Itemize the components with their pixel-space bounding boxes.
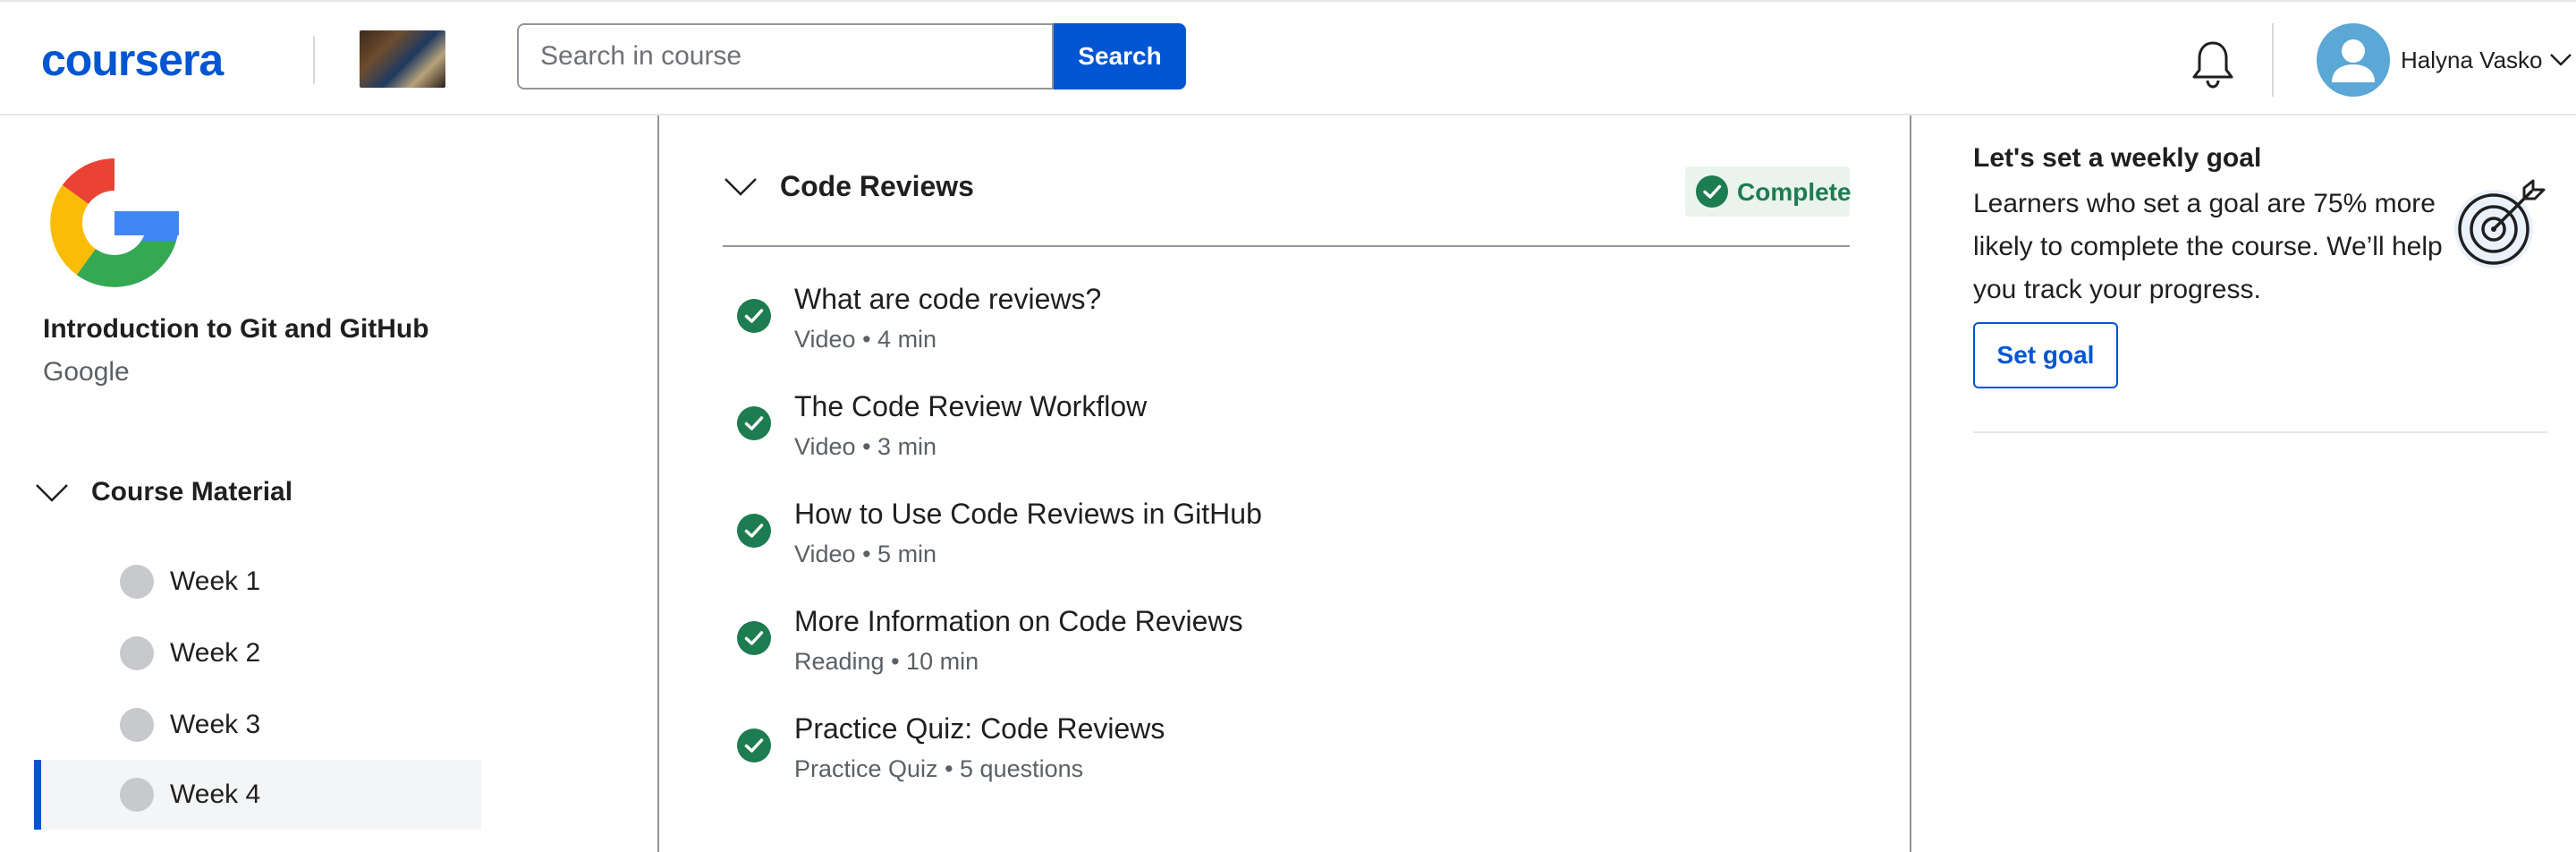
progress-dot-icon (120, 565, 154, 599)
goal-divider (1973, 431, 2547, 433)
list-item[interactable]: What are code reviews? Video • 4 min (723, 279, 1850, 378)
chevron-down-icon[interactable] (723, 175, 758, 199)
item-title[interactable]: The Code Review Workflow (794, 390, 1147, 423)
bell-icon[interactable] (2190, 39, 2236, 89)
course-sidebar: Introduction to Git and GitHub Google Co… (0, 115, 658, 852)
course-material-heading[interactable]: Course Material (91, 477, 292, 507)
coursera-logo[interactable]: coursera (41, 34, 224, 86)
active-indicator (34, 760, 41, 830)
item-title[interactable]: What are code reviews? (794, 283, 1101, 316)
list-item[interactable]: Practice Quiz: Code Reviews Practice Qui… (723, 709, 1850, 807)
item-meta: Video • 5 min (794, 541, 937, 567)
goal-description: Learners who set a goal are 75% more lik… (1973, 189, 2443, 304)
course-thumbnail[interactable] (360, 30, 445, 88)
column-divider (1910, 115, 1911, 852)
google-logo (50, 151, 186, 287)
week-label: Week 4 (170, 780, 261, 809)
check-circle-icon (737, 406, 771, 440)
section-divider (723, 245, 1850, 247)
course-title[interactable]: Introduction to Git and GitHub (43, 314, 429, 345)
list-item[interactable]: The Code Review Workflow Video • 3 min (723, 387, 1850, 485)
week-label: Week 3 (170, 710, 261, 739)
list-item[interactable]: More Information on Code Reviews Reading… (723, 601, 1850, 700)
set-goal-button[interactable]: Set goal (1973, 322, 2118, 388)
status-badge: Complete (1685, 166, 1852, 217)
check-circle-icon (1696, 175, 1728, 208)
item-title[interactable]: More Information on Code Reviews (794, 605, 1243, 638)
status-label: Complete (1737, 178, 1852, 206)
list-item[interactable]: How to Use Code Reviews in GitHub Video … (723, 494, 1850, 592)
sidebar-item-week-1[interactable]: Week 1 (34, 547, 481, 617)
item-meta: Practice Quiz • 5 questions (794, 755, 1084, 782)
chevron-down-icon[interactable] (2549, 52, 2572, 68)
sidebar-item-week-2[interactable]: Week 2 (34, 618, 481, 688)
header-divider (313, 36, 315, 84)
target-icon (2454, 179, 2546, 268)
item-meta: Video • 3 min (794, 433, 937, 460)
column-divider (657, 115, 659, 852)
check-circle-icon (737, 621, 771, 655)
week-label: Week 2 (170, 638, 261, 668)
item-title[interactable]: Practice Quiz: Code Reviews (794, 712, 1165, 746)
course-org: Google (43, 357, 130, 387)
search-button[interactable]: Search (1054, 23, 1186, 89)
progress-dot-icon (120, 778, 154, 812)
search-input[interactable] (519, 25, 1052, 88)
item-title[interactable]: How to Use Code Reviews in GitHub (794, 498, 1262, 531)
week-label: Week 1 (170, 567, 261, 596)
sidebar-item-week-3[interactable]: Week 3 (34, 690, 481, 760)
item-meta: Video • 4 min (794, 326, 937, 353)
chevron-down-icon[interactable] (34, 481, 70, 506)
section-title[interactable]: Code Reviews (780, 170, 974, 203)
item-meta: Reading • 10 min (794, 648, 979, 675)
user-name[interactable]: Halyna Vasko (2401, 47, 2543, 74)
top-header: coursera Search Halyna Vasko (0, 0, 2576, 115)
check-circle-icon (737, 728, 771, 763)
check-circle-icon (737, 514, 771, 548)
progress-dot-icon (120, 708, 154, 742)
user-icon (2332, 39, 2375, 82)
goal-title: Let's set a weekly goal (1973, 143, 2262, 173)
avatar[interactable] (2317, 23, 2390, 97)
check-circle-icon (737, 299, 771, 333)
search-field[interactable] (517, 23, 1054, 89)
header-divider (2272, 23, 2274, 97)
sidebar-item-week-4[interactable]: Week 4 (34, 760, 481, 830)
progress-dot-icon (120, 636, 154, 670)
